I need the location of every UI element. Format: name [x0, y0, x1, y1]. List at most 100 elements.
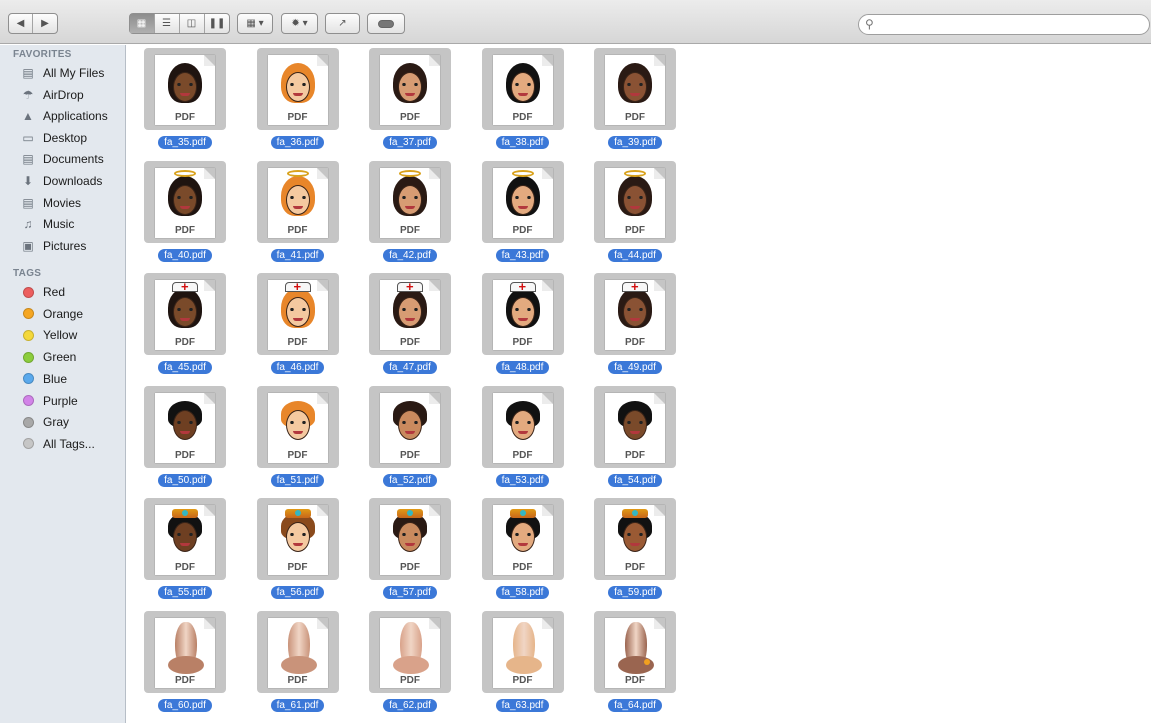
file-item[interactable]: PDF fa_41.pdf: [253, 160, 343, 262]
eyes-shape: [289, 533, 306, 537]
mouth-shape: [630, 93, 640, 96]
file-item[interactable]: PDF fa_46.pdf: [253, 273, 343, 375]
tag-yellow[interactable]: Yellow: [20, 325, 77, 345]
file-item[interactable]: PDF fa_61.pdf: [253, 611, 343, 712]
pdf-page-icon: PDF: [380, 618, 440, 688]
file-item[interactable]: PDF fa_56.pdf: [253, 498, 343, 600]
pdf-page-icon: PDF: [605, 55, 665, 125]
file-item[interactable]: PDF fa_36.pdf: [253, 48, 343, 149]
sidebar-item-movies[interactable]: ▤ Movies: [20, 193, 81, 213]
column-view-icon[interactable]: ◫: [180, 14, 205, 33]
pdf-type-label: PDF: [400, 675, 420, 686]
file-name: fa_38.pdf: [495, 136, 550, 149]
mouth-shape: [292, 205, 303, 209]
forward-arrow-icon[interactable]: ▶: [33, 14, 57, 33]
pdf-page-icon: PDF: [380, 505, 440, 576]
sidebar-item-documents[interactable]: ▤ Documents: [20, 149, 103, 169]
nurse-cap-icon: [397, 279, 423, 294]
pictures-icon: ▣: [22, 238, 34, 253]
file-item[interactable]: PDF fa_64.pdf: [590, 611, 680, 713]
cover-flow-view-icon[interactable]: ❚❚: [205, 14, 230, 33]
file-item[interactable]: PDF fa_51.pdf: [253, 385, 343, 488]
pdf-type-label: PDF: [287, 337, 308, 349]
file-item[interactable]: PDF fa_53.pdf: [478, 385, 568, 487]
file-item[interactable]: PDF fa_60.pdf: [140, 611, 230, 713]
back-arrow-icon[interactable]: ◀: [9, 14, 33, 33]
file-item[interactable]: PDF fa_44.pdf: [590, 160, 680, 262]
pdf-type-label: PDF: [175, 562, 195, 574]
desktop-icon: ▭: [22, 130, 34, 145]
file-thumbnail: PDF: [369, 48, 451, 130]
mouth-shape: [405, 205, 415, 209]
tag-all-tags[interactable]: All Tags...: [20, 434, 95, 454]
file-thumbnail: PDF: [256, 498, 339, 581]
file-item[interactable]: PDF fa_43.pdf: [478, 160, 568, 262]
file-name-badge: fa_42.pdf: [365, 245, 455, 263]
sidebar-item-label: All My Files: [43, 66, 105, 80]
file-name: fa_63.pdf: [495, 699, 550, 712]
file-item[interactable]: PDF fa_52.pdf: [365, 385, 455, 487]
nav-buttons: ◀ ▶: [8, 13, 58, 34]
file-item[interactable]: PDF fa_40.pdf: [140, 160, 230, 262]
eyes-shape: [177, 83, 193, 86]
search-field[interactable]: ⚲: [858, 14, 1150, 35]
file-name: fa_44.pdf: [608, 248, 662, 262]
pdf-page-icon: PDF: [155, 279, 215, 351]
tags-button[interactable]: [367, 13, 405, 34]
eyes-shape: [627, 533, 643, 537]
file-name-badge: fa_60.pdf: [140, 695, 230, 713]
list-view-icon[interactable]: ☰: [155, 14, 180, 33]
file-name-badge: fa_58.pdf: [478, 582, 568, 600]
file-item[interactable]: PDF fa_47.pdf: [365, 273, 455, 375]
pdf-type-label: PDF: [175, 675, 195, 686]
eyes-shape: [289, 308, 306, 312]
file-item[interactable]: PDF fa_62.pdf: [365, 611, 455, 712]
tag-green[interactable]: Green: [20, 347, 76, 367]
file-item[interactable]: PDF fa_42.pdf: [365, 160, 455, 263]
file-thumbnail: PDF: [481, 273, 564, 356]
eyes-shape: [402, 83, 418, 86]
file-item[interactable]: PDF fa_54.pdf: [590, 385, 680, 487]
movies-icon: ▤: [22, 195, 34, 210]
tag-purple[interactable]: Purple: [20, 391, 78, 411]
sidebar-item-applications[interactable]: ▲ Applications: [20, 106, 108, 126]
sidebar-item-desktop[interactable]: ▭ Desktop: [20, 128, 87, 148]
share-button[interactable]: ↗: [325, 13, 360, 34]
eyes-shape: [514, 195, 531, 199]
file-item[interactable]: PDF fa_49.pdf: [590, 273, 680, 375]
action-button[interactable]: ✹ ▾: [281, 13, 318, 34]
file-item[interactable]: PDF fa_59.pdf: [590, 498, 680, 600]
file-item[interactable]: PDF fa_37.pdf: [365, 48, 455, 149]
pdf-type-label: PDF: [625, 449, 645, 461]
file-item[interactable]: PDF fa_58.pdf: [478, 498, 568, 600]
file-item[interactable]: PDF fa_48.pdf: [478, 273, 568, 375]
tag-orange[interactable]: Orange: [20, 304, 83, 324]
file-item[interactable]: PDF fa_63.pdf: [478, 611, 568, 712]
file-name-badge: fa_64.pdf: [590, 695, 680, 713]
file-item[interactable]: PDF fa_39.pdf: [590, 48, 680, 149]
icon-view-icon[interactable]: ▦: [129, 14, 155, 33]
file-item[interactable]: PDF fa_45.pdf: [140, 273, 230, 375]
sidebar-item-all-my-files[interactable]: ▤ All My Files: [20, 63, 104, 83]
file-item[interactable]: PDF fa_50.pdf: [140, 385, 230, 487]
file-thumbnail: PDF: [144, 160, 226, 243]
sidebar-item-downloads[interactable]: ⬇ Downloads: [20, 171, 102, 191]
file-item[interactable]: PDF fa_55.pdf: [140, 498, 230, 600]
file-name: fa_40.pdf: [158, 248, 212, 262]
eyes-shape: [627, 83, 643, 86]
tag-label: Purple: [43, 393, 78, 408]
tag-gray[interactable]: Gray: [20, 412, 69, 432]
sidebar-item-pictures[interactable]: ▣ Pictures: [20, 236, 86, 256]
file-thumbnail: PDF: [594, 611, 676, 693]
pdf-page-icon: PDF: [155, 505, 215, 576]
arrange-button[interactable]: ▦ ▾: [237, 13, 273, 34]
sidebar-item-airdrop[interactable]: ☂ AirDrop: [20, 85, 84, 105]
file-item[interactable]: PDF fa_57.pdf: [365, 498, 455, 600]
pdf-type-label: PDF: [512, 224, 533, 236]
tag-blue[interactable]: Blue: [20, 369, 67, 389]
file-item[interactable]: PDF fa_35.pdf: [140, 48, 230, 149]
tag-red[interactable]: Red: [20, 282, 65, 302]
file-item[interactable]: PDF fa_38.pdf: [478, 48, 568, 149]
sidebar-item-music[interactable]: ♫ Music: [20, 214, 75, 234]
file-name-badge: fa_51.pdf: [253, 470, 343, 488]
